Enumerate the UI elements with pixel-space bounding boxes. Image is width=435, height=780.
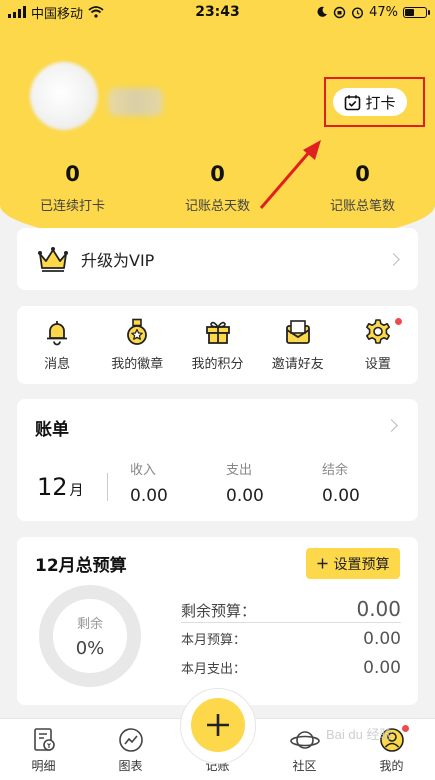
checkin-button[interactable]: 打卡 [333, 88, 407, 116]
moon-icon [317, 6, 328, 17]
bill-month-number: 12 [37, 473, 68, 501]
tab-label: 我的 [379, 759, 404, 773]
avatar[interactable] [30, 62, 98, 130]
bill-income-label: 收入 [130, 463, 157, 478]
bell-icon [47, 321, 68, 346]
bill-expense: 支出 0.00 [226, 459, 264, 506]
budget-month-row: 本月预算： 0.00 [181, 629, 401, 649]
battery-percent: 47% [369, 4, 398, 20]
carrier-name: 中国移动 [31, 6, 84, 22]
planet-icon [289, 731, 320, 749]
tab-label: 明细 [31, 759, 56, 773]
donut-percent: 0% [75, 638, 105, 659]
budget-expense-label: 本月支出： [181, 662, 247, 677]
bill-expense-label: 支出 [226, 463, 253, 478]
bill-balance-label: 结余 [322, 463, 349, 478]
budget-expense-row: 本月支出： 0.00 [181, 658, 401, 678]
menu-label: 设置 [364, 357, 391, 372]
vip-label: 升级为VIP [81, 251, 155, 270]
menu-label: 我的积分 [191, 357, 244, 372]
notification-dot [395, 318, 403, 325]
menu-label: 邀请好友 [271, 357, 324, 372]
stat-label: 记账总天数 [184, 199, 250, 214]
budget-remaining-row: 剩余预算： 0.00 [181, 597, 401, 621]
set-budget-button[interactable]: 设置预算 [306, 548, 400, 579]
tab-label: 图表 [118, 759, 143, 773]
bill-balance: 结余 0.00 [322, 459, 360, 506]
bill-card[interactable]: 账单 12 月 收入 0.00 支出 0.00 结余 0.00 [17, 399, 418, 521]
bill-month-unit: 月 [69, 483, 84, 499]
stat-value: 0 [210, 162, 225, 186]
budget-expense-value: 0.00 [363, 658, 401, 678]
stat-streak[interactable]: 0 已连续打卡 [0, 162, 145, 214]
baidu-watermark: Bai du 经验 [326, 727, 393, 742]
menu-label: 我的徽章 [111, 357, 164, 372]
bill-income: 收入 0.00 [130, 459, 168, 506]
wifi-icon [88, 6, 104, 18]
menu-item-points[interactable]: 我的积分 [177, 306, 257, 384]
notification-dot [402, 725, 409, 732]
budget-remaining-label: 剩余预算： [181, 602, 257, 620]
menu-item-invite[interactable]: 邀请好友 [258, 306, 338, 384]
budget-remaining-value: 0.00 [356, 597, 401, 621]
menu-item-badges[interactable]: 我的徽章 [97, 306, 177, 384]
stat-total-days[interactable]: 0 记账总天数 [145, 162, 290, 214]
add-record-button[interactable] [191, 698, 245, 752]
stat-total-entries[interactable]: 0 记账总笔数 [290, 162, 435, 214]
stat-label: 已连续打卡 [39, 199, 105, 214]
ledger-icon [33, 728, 55, 751]
plus-icon [207, 714, 229, 736]
tab-details[interactable]: 明细 [0, 719, 87, 780]
divider [181, 622, 401, 623]
stat-label: 记账总笔数 [329, 199, 395, 214]
stat-value: 0 [65, 162, 80, 186]
battery-icon [403, 6, 430, 18]
bill-title: 账单 [35, 420, 69, 440]
plus-icon [317, 558, 327, 569]
stats-row: 0 已连续打卡 0 记账总天数 0 记账总笔数 [0, 162, 435, 214]
alarm-icon [352, 6, 364, 19]
donut-caption: 剩余 [76, 617, 103, 632]
set-budget-label: 设置预算 [333, 556, 390, 573]
budget-month-value: 0.00 [363, 629, 401, 649]
chevron-right-icon [387, 252, 400, 266]
budget-title: 12月总预算 [35, 556, 127, 576]
stat-value: 0 [355, 162, 370, 186]
chart-icon [118, 728, 143, 752]
signal-icon [8, 6, 26, 18]
bill-balance-value: 0.00 [322, 486, 360, 506]
crown-icon [38, 247, 68, 272]
orientation-lock-icon [333, 6, 346, 18]
budget-month-label: 本月预算： [181, 633, 247, 648]
quick-menu: 消息 我的徽章 我的积分 邀请好友 设置 [17, 306, 418, 384]
bill-month: 12 月 [37, 473, 84, 501]
menu-label: 消息 [44, 357, 71, 372]
divider [107, 473, 108, 501]
tab-charts[interactable]: 图表 [87, 719, 174, 780]
bill-income-value: 0.00 [130, 486, 168, 506]
username-blurred [108, 88, 163, 116]
gift-icon [205, 321, 230, 344]
tab-label: 社区 [292, 759, 317, 773]
envelope-icon [285, 320, 310, 344]
calendar-check-icon [345, 94, 361, 110]
checkin-label: 打卡 [365, 93, 396, 112]
budget-donut-label: 剩余 0% [37, 583, 143, 689]
bill-expense-value: 0.00 [226, 486, 264, 506]
vip-upgrade-row[interactable]: 升级为VIP [17, 228, 418, 290]
chevron-right-icon [385, 419, 398, 432]
status-bar: 中国移动 23:43 47% [0, 0, 435, 24]
menu-item-messages[interactable]: 消息 [17, 306, 97, 384]
budget-card: 12月总预算 设置预算 剩余 0% 剩余预算： 0.00 本月预算： 0.00 … [17, 537, 418, 705]
battery-level [405, 8, 415, 16]
menu-item-settings[interactable]: 设置 [338, 306, 418, 384]
medal-icon [127, 318, 148, 345]
gear-icon [365, 319, 390, 344]
